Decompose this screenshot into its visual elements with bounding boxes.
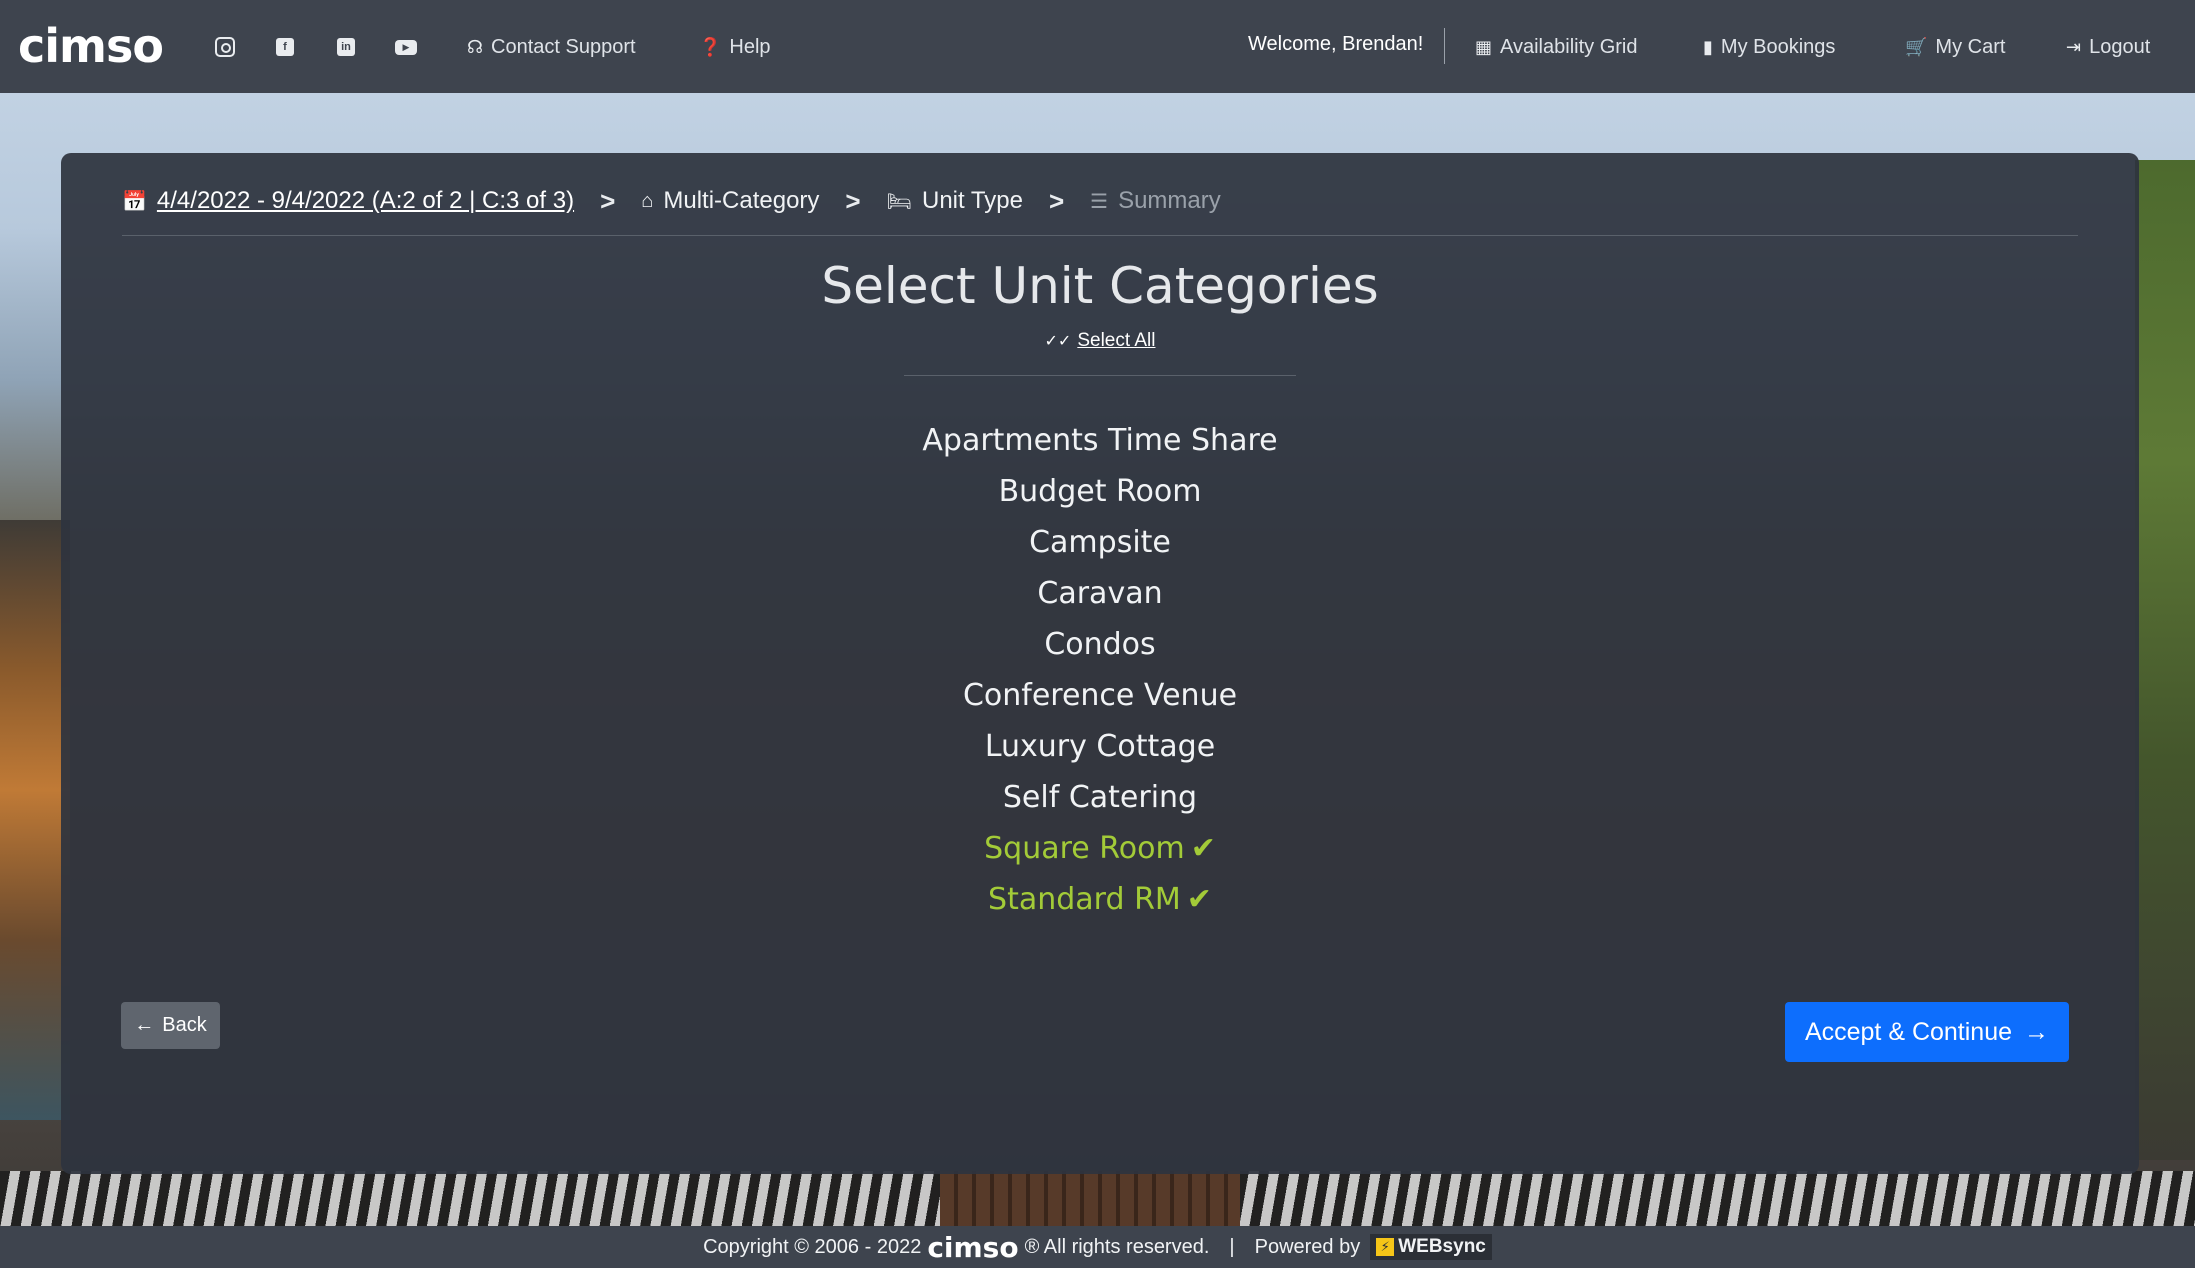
bookings-icon: ▮ <box>1703 36 1713 57</box>
booking-card: 📅 4/4/2022 - 9/4/2022 (A:2 of 2 | C:3 of… <box>61 153 2139 1174</box>
category-list: Apartments Time Share Budget Room Campsi… <box>61 415 2139 925</box>
breadcrumb-separator: > <box>600 185 616 216</box>
question-circle-icon: ❓ <box>699 36 722 57</box>
breadcrumb-summary: ☰ Summary <box>1090 187 1221 215</box>
background-scenery-bottom <box>0 1171 2195 1226</box>
category-label: Standard RM <box>988 882 1181 917</box>
rights-text: ® All rights reserved. <box>1024 1235 1210 1258</box>
category-item[interactable]: Condos <box>61 619 2139 670</box>
breadcrumb-multi-category-label: Multi-Category <box>663 187 820 214</box>
my-bookings-label: My Bookings <box>1720 35 1836 58</box>
websync-logo[interactable]: ⚡ WEBsync <box>1370 1234 1492 1260</box>
calendar-grid-icon: ▦ <box>1475 36 1493 57</box>
title-divider <box>904 375 1296 376</box>
breadcrumb-unit-type-label: Unit Type <box>921 187 1023 214</box>
my-cart-link[interactable]: 🛒 My Cart <box>1905 32 2005 62</box>
facebook-icon[interactable]: f <box>272 34 298 60</box>
youtube-icon[interactable]: ▶ <box>393 34 419 60</box>
logout-label: Logout <box>2089 35 2151 58</box>
category-item[interactable]: Caravan <box>61 568 2139 619</box>
check-icon: ✔ <box>1190 831 1216 866</box>
category-item[interactable]: Budget Room <box>61 466 2139 517</box>
breadcrumb-dates-label[interactable]: 4/4/2022 - 9/4/2022 (A:2 of 2 | C:3 of 3… <box>157 187 574 215</box>
list-icon: ☰ <box>1090 190 1109 213</box>
category-label: Budget Room <box>998 474 1202 509</box>
welcome-text: Welcome, Brendan! <box>1248 33 1424 55</box>
breadcrumb-unit-type[interactable]: 🛏 Unit Type <box>887 187 1023 215</box>
availability-grid-label: Availability Grid <box>1500 35 1638 58</box>
footer-separator: | <box>1229 1235 1235 1258</box>
contact-support-link[interactable]: ☊ Contact Support <box>467 32 636 62</box>
footer: Copyright © 2006 - 2022 cimso ® All righ… <box>0 1226 2195 1268</box>
check-icon: ✔ <box>1186 882 1212 917</box>
category-label: Campsite <box>1029 525 1171 560</box>
category-label: Self Catering <box>1002 780 1198 815</box>
nav-divider <box>1444 28 1445 64</box>
category-label: Square Room <box>984 831 1185 866</box>
my-cart-label: My Cart <box>1935 35 2006 58</box>
accept-continue-button[interactable]: Accept & Continue → <box>1785 1002 2069 1062</box>
help-label: Help <box>729 35 771 58</box>
category-item[interactable]: Self Catering <box>61 772 2139 823</box>
background-scenery-left <box>0 520 70 1120</box>
home-icon: ⌂ <box>641 189 654 212</box>
category-item[interactable]: Campsite <box>61 517 2139 568</box>
logout-link[interactable]: ⇥ Logout <box>2066 32 2150 62</box>
category-item[interactable]: Luxury Cottage <box>61 721 2139 772</box>
category-item[interactable]: Apartments Time Share <box>61 415 2139 466</box>
accept-label: Accept & Continue <box>1804 1017 2013 1046</box>
category-label: Apartments Time Share <box>922 423 1278 458</box>
top-navbar: cimso f in ▶ ☊ Contact Support ❓ Help We… <box>0 0 2195 93</box>
availability-grid-link[interactable]: ▦ Availability Grid <box>1475 32 1637 62</box>
breadcrumb-summary-label: Summary <box>1118 187 1221 214</box>
copyright-text: Copyright © 2006 - 2022 <box>703 1235 922 1258</box>
bed-icon: 🛏 <box>886 190 912 213</box>
linkedin-icon[interactable]: in <box>333 34 359 60</box>
arrow-right-icon: → <box>2024 1017 2050 1046</box>
contact-support-label: Contact Support <box>491 35 636 58</box>
breadcrumb-multi-category[interactable]: ⌂ Multi-Category <box>641 187 819 215</box>
bolt-icon: ⚡ <box>1376 1238 1395 1256</box>
double-check-icon: ✓✓ <box>1044 333 1072 350</box>
instagram-icon[interactable] <box>212 34 238 60</box>
category-label: Conference Venue <box>962 678 1238 713</box>
back-button[interactable]: ← Back <box>121 1002 220 1049</box>
background-scenery-right <box>2135 160 2195 1160</box>
powered-by-text: Powered by <box>1254 1235 1361 1258</box>
breadcrumb-dates[interactable]: 📅 4/4/2022 - 9/4/2022 (A:2 of 2 | C:3 of… <box>122 187 574 215</box>
category-item[interactable]: Conference Venue <box>61 670 2139 721</box>
breadcrumb: 📅 4/4/2022 - 9/4/2022 (A:2 of 2 | C:3 of… <box>122 183 1221 219</box>
cart-icon: 🛒 <box>1905 36 1928 57</box>
back-label: Back <box>162 1014 207 1036</box>
breadcrumb-separator: > <box>1048 185 1065 216</box>
category-item-selected[interactable]: Standard RM ✔ <box>61 874 2139 925</box>
headset-icon: ☊ <box>467 36 483 57</box>
category-label: Luxury Cottage <box>984 729 1216 764</box>
select-all-label: Select All <box>1077 330 1156 351</box>
category-label: Caravan <box>1037 576 1163 611</box>
select-all-link[interactable]: ✓✓ Select All <box>61 330 2139 352</box>
websync-label: WEBsync <box>1398 1236 1486 1257</box>
cimso-logo[interactable]: cimso <box>18 18 164 74</box>
breadcrumb-separator: > <box>845 185 861 216</box>
footer-cimso-logo[interactable]: cimso <box>927 1231 1018 1264</box>
category-label: Condos <box>1044 627 1156 662</box>
arrow-left-icon: ← <box>134 1014 155 1036</box>
calendar-icon: 📅 <box>122 190 147 213</box>
category-item-selected[interactable]: Square Room ✔ <box>61 823 2139 874</box>
breadcrumb-divider <box>122 235 2078 236</box>
my-bookings-link[interactable]: ▮ My Bookings <box>1703 32 1835 62</box>
help-link[interactable]: ❓ Help <box>699 32 771 62</box>
page-title: Select Unit Categories <box>821 257 1379 315</box>
logout-icon: ⇥ <box>2066 36 2082 57</box>
